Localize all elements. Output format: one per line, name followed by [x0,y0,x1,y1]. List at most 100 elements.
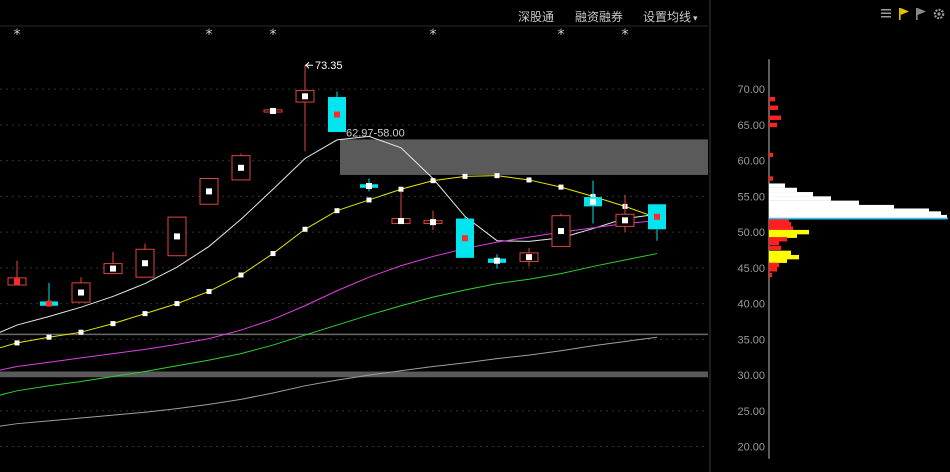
candle-dot [462,235,468,242]
candle-dot [622,217,628,224]
candle-dot [526,254,532,261]
candle-dot [654,213,660,220]
candle-dot [46,300,52,307]
price-axis-label: 70.00 [737,84,765,96]
price-axis-label: 45.00 [737,263,765,275]
chip-bar [769,152,773,158]
chip-bar [769,196,831,201]
candle-dot [494,257,500,264]
chip-bar [769,222,791,227]
chip-bar [769,192,813,197]
chip-bar [769,115,781,120]
candle [231,153,251,181]
bars-icon[interactable] [879,7,893,21]
flag-yellow-icon[interactable] [897,7,911,21]
event-marker: * [622,27,629,43]
candle [7,260,27,286]
moving-average-layer [0,135,660,427]
candle [71,277,91,303]
candle [456,216,474,258]
price-axis-label: 50.00 [737,227,765,239]
chip-bar [769,176,773,181]
price-axis-label: 30.00 [737,370,765,382]
flag-gray-icon[interactable] [914,7,928,21]
chip-bar [769,267,777,272]
candle-dot [302,93,308,100]
candle-dot [14,278,20,285]
candle [328,91,346,133]
ma-point [14,340,20,346]
candle-dot [590,198,596,205]
candle [519,247,539,267]
candle [167,216,187,257]
chip-distribution-layer [768,59,948,459]
chip-bar [769,122,777,128]
price-axis-label: 65.00 [737,120,765,132]
candle-dot [430,219,436,226]
range-label: 62.97-58.00 [346,127,405,139]
ma-line-4 [0,336,658,427]
candle [615,194,635,233]
chip-bar [769,258,787,263]
price-axis: 70.00 65.00 60.00 55.00 50.00 45.00 40.00 35.00… [737,84,765,453]
price-axis-label: 60.00 [737,156,765,168]
candle-dot [238,164,244,171]
candle [103,252,123,275]
candle-layer [7,65,666,307]
candle [263,107,283,114]
ma-point [142,311,148,317]
candle [584,180,602,224]
annotation-layer: 73.35 62.97-58.00 [305,60,405,139]
ma-point [430,178,436,184]
band-layer [0,139,708,378]
candle-dot [366,183,372,190]
resistance-band [340,139,708,175]
chip-bar [769,240,779,246]
price-axis-label: 55.00 [737,191,765,203]
chip-bar [769,262,779,268]
candle [360,178,378,192]
support-band [0,371,708,378]
candle-dot [558,228,564,235]
ma-point [270,251,276,257]
price-axis-label: 35.00 [737,334,765,346]
candle-dot [398,218,404,225]
ma-point [78,329,84,335]
event-marker: * [270,27,277,43]
ma-point [334,208,340,214]
ma-point [302,226,308,232]
candle [488,254,506,269]
chip-bar [769,200,859,206]
gear-icon[interactable] [932,7,946,21]
marker-layer: * * * * * * [14,27,629,43]
stock-chart-app: 深股通 融资融券 设置均线 ▾ * * * * * * 73.35 62.97-58.00 7… [0,0,950,472]
ma-point [494,173,500,179]
candle-dot [78,289,84,296]
candle-dot [334,111,340,118]
event-marker: * [14,27,21,43]
candle [648,204,666,241]
ma-point [46,334,52,340]
candle-dot [206,188,212,195]
candle [423,210,443,230]
ma-point [238,272,244,278]
event-marker: * [430,27,437,43]
candle-dot [174,233,180,240]
ma-point [462,173,468,179]
event-marker: * [206,27,213,43]
chip-bar [769,105,778,110]
price-axis-label: 40.00 [737,299,765,311]
price-axis-label: 25.00 [737,406,765,418]
chip-bar [769,187,797,193]
price-axis-label: 20.00 [737,442,765,454]
candle [135,243,155,278]
candle [40,282,58,307]
chip-bar [769,96,775,102]
grid-layer [0,0,711,472]
candle-dot [270,107,276,114]
chip-bar [769,272,772,278]
ma-point [558,184,564,190]
chart-canvas[interactable]: * * * * * * 73.35 62.97-58.00 70.00 65.00 60.00 5… [0,0,950,472]
candle [551,213,571,247]
ma-line-1 [0,175,658,349]
